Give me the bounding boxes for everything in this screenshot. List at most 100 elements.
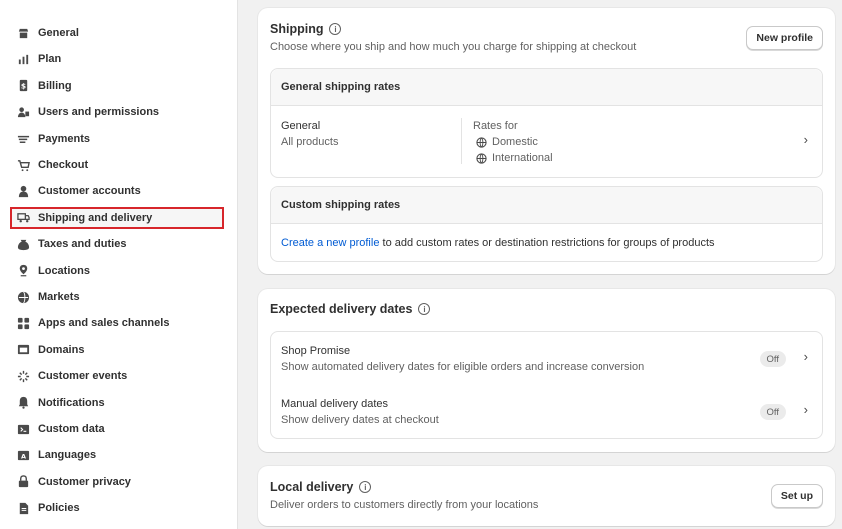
sidebar-item-general[interactable]: General — [10, 22, 224, 44]
sidebar-item-customer-privacy[interactable]: Customer privacy — [10, 471, 224, 493]
sidebar-item-domains[interactable]: Domains — [10, 339, 224, 361]
info-icon[interactable]: i — [359, 481, 372, 493]
shop-promise-row[interactable]: Shop Promise Show automated delivery dat… — [271, 332, 822, 385]
shipping-card: Shipping i Choose where you ship and how… — [258, 8, 835, 274]
sidebar-item-label: Customer privacy — [38, 475, 131, 488]
set-up-button[interactable]: Set up — [770, 484, 823, 508]
status-badge: Off — [759, 351, 786, 367]
billing-icon: $ — [17, 79, 30, 92]
sidebar-item-shipping-and-delivery[interactable]: Shipping and delivery — [10, 206, 224, 229]
cart-icon — [17, 159, 30, 172]
create-profile-link[interactable]: Create a new profile — [281, 237, 379, 249]
sidebar-item-apps-and-sales-channels[interactable]: Apps and sales channels — [10, 312, 224, 334]
profile-name: General — [281, 120, 321, 132]
sidebar-item-policies[interactable]: Policies — [10, 497, 224, 519]
sidebar-item-customer-events[interactable]: Customer events — [10, 365, 224, 387]
sidebar-item-label: Domains — [38, 343, 85, 356]
sidebar-item-label: Apps and sales channels — [38, 317, 170, 330]
sidebar-item-label: Customer events — [38, 370, 128, 383]
local-delivery-card: Local delivery i Deliver orders to custo… — [258, 466, 835, 526]
delivery-dates-card: Expected delivery dates i Shop Promise S… — [258, 289, 835, 452]
delivery-dates-title-row: Expected delivery dates i — [270, 302, 431, 316]
zone-international: International — [476, 152, 553, 164]
sidebar-item-taxes-and-duties[interactable]: Taxes and duties — [10, 233, 224, 255]
shop-promise-title: Shop Promise — [281, 345, 351, 357]
svg-text:A: A — [21, 452, 26, 460]
manual-delivery-row[interactable]: Manual delivery dates Show delivery date… — [271, 386, 822, 439]
sidebar-item-label: Notifications — [38, 396, 105, 409]
sidebar-item-notifications[interactable]: Notifications — [10, 392, 224, 414]
custom-rates-text: Create a new profile to add custom rates… — [281, 237, 715, 249]
users-icon — [17, 106, 30, 119]
sidebar-item-label: Languages — [38, 449, 97, 462]
sidebar-item-checkout[interactable]: Checkout — [10, 154, 224, 176]
globe-icon — [476, 136, 487, 148]
settings-sidebar: General Plan $ Billing Users and permissions… — [0, 0, 238, 529]
local-delivery-subtitle: Deliver orders to customers directly fro… — [270, 499, 539, 511]
chevron-right-icon[interactable]: › — [804, 132, 808, 147]
sidebar-item-label: Taxes and duties — [38, 238, 127, 251]
sidebar-item-label: Shipping and delivery — [38, 211, 153, 224]
manual-delivery-title: Manual delivery dates — [281, 398, 389, 410]
sidebar-item-label: Checkout — [38, 159, 89, 171]
data-icon — [17, 423, 30, 436]
sidebar-item-billing[interactable]: $ Billing — [10, 75, 224, 97]
payments-icon — [17, 132, 30, 145]
column-divider — [461, 118, 462, 164]
local-delivery-title: Local delivery — [270, 480, 354, 494]
custom-rates-heading: Custom shipping rates — [271, 187, 822, 224]
shop-promise-desc: Show automated delivery dates for eligib… — [281, 361, 645, 373]
new-profile-button[interactable]: New profile — [746, 26, 823, 50]
sidebar-item-plan[interactable]: Plan — [10, 48, 224, 70]
location-icon — [17, 264, 30, 277]
sidebar-item-customer-accounts[interactable]: Customer accounts — [10, 180, 224, 202]
bell-icon — [17, 396, 30, 409]
info-icon[interactable]: i — [329, 23, 342, 35]
sidebar-item-locations[interactable]: Locations — [10, 260, 224, 282]
globe-icon — [17, 291, 30, 304]
sidebar-item-languages[interactable]: A Languages — [10, 444, 224, 466]
shipping-title-row: Shipping i — [270, 22, 342, 36]
sidebar-item-users-and-permissions[interactable]: Users and permissions — [10, 101, 224, 123]
tax-icon — [17, 238, 30, 251]
truck-icon — [17, 211, 30, 224]
store-icon — [17, 27, 30, 40]
policy-icon — [17, 502, 30, 515]
domains-icon — [17, 343, 30, 356]
chevron-right-icon[interactable]: › — [804, 402, 808, 417]
sidebar-item-label: General — [38, 27, 79, 39]
general-shipping-rates-box[interactable]: General shipping rates General All produ… — [270, 68, 823, 178]
delivery-dates-title: Expected delivery dates — [270, 302, 413, 316]
status-badge: Off — [759, 404, 786, 420]
rates-for-label: Rates for — [473, 120, 518, 132]
sidebar-item-label: Billing — [38, 79, 72, 92]
profile-desc: All products — [281, 136, 339, 148]
sidebar-item-label: Plan — [38, 53, 62, 66]
chevron-right-icon[interactable]: › — [804, 349, 808, 364]
sidebar-item-payments[interactable]: Payments — [10, 128, 224, 150]
sidebar-item-label: Custom data — [38, 423, 105, 435]
sidebar-item-custom-data[interactable]: Custom data — [10, 418, 224, 440]
custom-shipping-rates-box: Custom shipping rates Create a new profi… — [270, 186, 823, 262]
sidebar-item-label: Customer accounts — [38, 185, 141, 198]
sidebar-item-label: Markets — [38, 291, 80, 303]
plan-icon — [17, 53, 30, 66]
events-icon — [17, 370, 30, 383]
lock-icon — [17, 475, 30, 488]
local-delivery-title-row: Local delivery i — [270, 480, 372, 494]
sidebar-item-label: Payments — [38, 132, 90, 145]
person-icon — [17, 185, 30, 198]
globe-icon — [476, 152, 487, 164]
general-rates-heading: General shipping rates — [271, 69, 822, 106]
sidebar-item-label: Locations — [38, 264, 90, 277]
info-icon[interactable]: i — [418, 303, 431, 315]
shipping-subtitle: Choose where you ship and how much you c… — [270, 41, 637, 53]
shipping-title: Shipping — [270, 22, 324, 36]
svg-text:$: $ — [21, 82, 26, 91]
delivery-options-box: Shop Promise Show automated delivery dat… — [270, 331, 823, 439]
sidebar-item-markets[interactable]: Markets — [10, 286, 224, 308]
sidebar-item-label: Policies — [38, 502, 80, 515]
language-icon: A — [17, 449, 30, 462]
zone-domestic: Domestic — [476, 136, 538, 148]
manual-delivery-desc: Show delivery dates at checkout — [281, 414, 439, 426]
